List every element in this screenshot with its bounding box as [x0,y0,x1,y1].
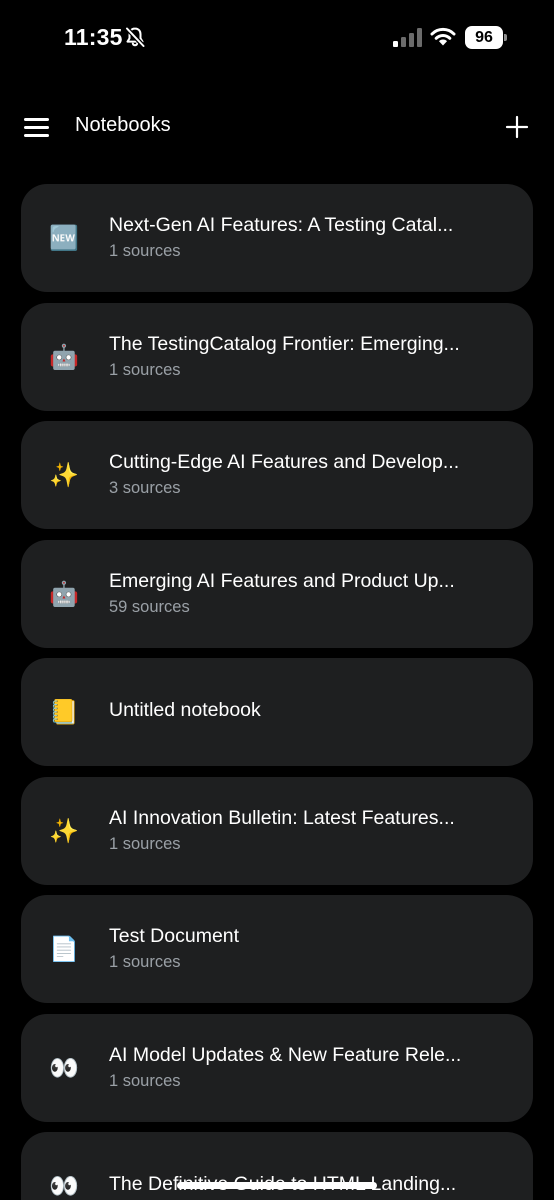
hamburger-menu-icon[interactable] [24,118,49,137]
cellular-signal-icon [393,28,422,47]
eyes-icon: 👀 [49,1172,79,1200]
new-badge-icon: 🆕 [49,224,79,252]
robot-icon: 🤖 [49,342,79,371]
add-notebook-icon[interactable] [505,115,529,139]
bell-muted-icon [125,26,146,48]
notebook-source-count: 1 sources [109,242,181,260]
notebook-title: AI Model Updates & New Feature Rele... [109,1043,462,1066]
notebook-card[interactable]: ✨ AI Innovation Bulletin: Latest Features… [21,776,533,885]
battery-level: 96 [465,26,503,49]
notebook-source-count: 1 sources [109,834,181,853]
status-time: 11:35 [64,24,123,50]
notebook-title: Emerging AI Features and Product Up... [109,569,455,592]
document-icon: 📄 [49,935,79,963]
sparkles-icon: ✨ [49,461,79,489]
notebook-title: The TestingCatalog Frontier: Emerging... [109,332,460,355]
eyes-icon: 👀 [49,1053,79,1082]
notebook-card[interactable]: 📒 Untitled notebook [21,658,533,766]
notebook-title: AI Innovation Bulletin: Latest Features.… [109,806,455,829]
notebook-card[interactable]: 👀The Definitive Guide to HTML Landing... [21,1132,533,1200]
notebook-source-count: 1 sources [109,953,181,971]
notebook-source-count: 1 sources [109,1071,181,1090]
robot-icon: 🤖 [49,579,79,608]
notebook-card[interactable]: 🆕 Next-Gen AI Features: A Testing Catal..… [21,184,533,292]
screen: 11:35 96 Notebooks 🆕 Next-Gen AI Feature… [0,0,554,1200]
ledger-icon: 📒 [49,698,79,726]
notebook-title: Cutting-Edge AI Features and Develop... [109,451,460,473]
notebook-source-count: 59 sources [109,597,190,616]
notebook-title: Next-Gen AI Features: A Testing Catal... [109,214,454,236]
home-indicator[interactable] [177,1182,377,1189]
notebook-card[interactable]: ✨ Cutting-Edge AI Features and Develop...… [21,421,533,529]
notebook-card[interactable]: 🤖 The TestingCatalog Frontier: Emerging..… [21,302,533,411]
page-title: Notebooks [75,114,171,136]
wifi-icon [430,27,456,46]
notebook-source-count: 3 sources [109,479,181,497]
notebook-title: Test Document [109,925,240,947]
notebook-card[interactable]: 👀 AI Model Updates & New Feature Rele... 1… [21,1013,533,1122]
notebook-title: Untitled notebook [109,699,261,721]
notebook-card[interactable]: 📄 Test Document 1 sources [21,895,533,1003]
app-bar: Notebooks [0,98,554,158]
notebook-card[interactable]: 🤖 Emerging AI Features and Product Up... 5… [21,539,533,648]
status-bar: 11:35 96 [0,0,554,76]
battery-icon: 96 [465,26,507,49]
notebook-list: 🆕 Next-Gen AI Features: A Testing Catal..… [21,184,533,1200]
notebook-source-count: 1 sources [109,360,181,379]
sparkles-icon: ✨ [49,816,79,845]
